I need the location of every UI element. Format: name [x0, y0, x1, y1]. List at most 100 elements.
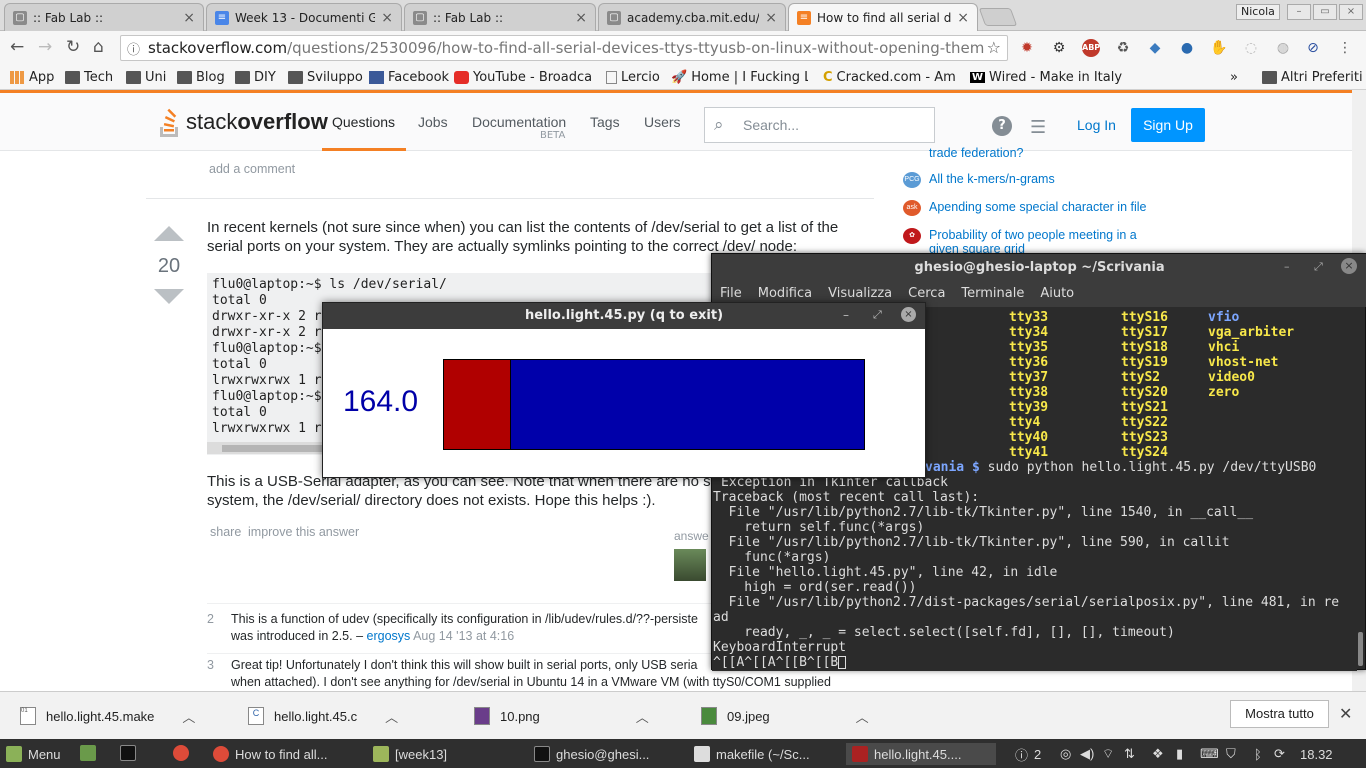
avatar[interactable] [674, 549, 706, 581]
start-menu-button[interactable]: Menu [6, 743, 61, 765]
reload-icon[interactable]: ↻ [66, 37, 80, 57]
python-icon[interactable]: ◆ [1146, 39, 1164, 57]
browser-tab-2[interactable]: ≡ Week 13 - Documenti G × [206, 3, 402, 31]
browser-tab-3[interactable]: ▢:: Fab Lab :: × [404, 3, 596, 31]
adblock-icon[interactable]: ABP [1082, 39, 1100, 57]
so-logo-text[interactable]: stackoverflow [186, 109, 328, 135]
chevron-up-icon[interactable]: ︿ [856, 707, 869, 726]
network-icon[interactable]: ⇅ [1124, 743, 1135, 765]
keyboard-icon[interactable]: ⌨ [1200, 743, 1219, 765]
profile-name[interactable]: Nicola [1236, 4, 1280, 20]
maximize-button[interactable]: ▭ [1313, 4, 1337, 20]
vote-down-arrow-icon[interactable] [154, 289, 184, 304]
info-icon[interactable]: ⓘ [127, 39, 140, 58]
globe-icon[interactable]: ● [1178, 39, 1196, 57]
close-icon[interactable]: × [765, 10, 777, 26]
notifications-tray[interactable]: ⓘ 2 [1015, 743, 1041, 765]
maximize-button[interactable]: ⤢ [1314, 260, 1323, 274]
download-item-4[interactable]: 09.jpeg ︿ [701, 700, 869, 732]
fingerprint-icon[interactable]: ◍ [1274, 39, 1292, 57]
extension-gear-icon[interactable]: ⚙ [1050, 39, 1068, 57]
close-icon[interactable]: × [957, 10, 969, 26]
minimize-button[interactable]: – [1287, 4, 1311, 20]
browser-tab-1[interactable]: ▢:: Fab Lab :: × [4, 3, 204, 31]
taskbar-item-hello[interactable]: hello.light.45.... [846, 743, 996, 765]
browser-tab-4[interactable]: ▢ academy.cba.mit.edu/cl × [598, 3, 786, 31]
block-icon[interactable]: ⊘ [1304, 39, 1322, 57]
show-all-downloads-button[interactable]: Mostra tutto [1230, 700, 1329, 728]
close-window-button[interactable]: × [1341, 258, 1357, 274]
bookmark-wired[interactable]: W Wired - Make in Italy [970, 67, 1122, 87]
download-item-1[interactable]: 01 hello.light.45.make ︿ [20, 700, 195, 732]
chevron-up-icon[interactable]: ︿ [636, 707, 649, 726]
bookmark-star-icon[interactable]: ☆ [987, 38, 1001, 57]
close-icon[interactable]: × [183, 10, 195, 26]
improve-answer-link[interactable]: improve this answer [248, 525, 359, 539]
terminal-scrollbar[interactable] [1358, 632, 1363, 666]
close-icon[interactable]: ✕ [1339, 704, 1352, 723]
other-bookmarks[interactable]: Altri Preferiti [1262, 67, 1363, 87]
download-item-3[interactable]: 10.png ︿ [474, 700, 649, 732]
close-window-button[interactable]: × [901, 307, 916, 322]
chrome-menu-icon[interactable]: ⋮ [1336, 39, 1354, 57]
extension-gear-red-icon[interactable]: ✹ [1018, 39, 1036, 57]
search-input[interactable]: Search... [704, 107, 935, 143]
ghost-icon[interactable]: ◌ [1242, 39, 1260, 57]
nav-documentation[interactable]: Documentation [472, 114, 566, 130]
chrome-launcher-icon[interactable] [173, 745, 189, 761]
code-scrollbar-thumb[interactable] [222, 445, 332, 452]
recycle-icon[interactable]: ♻ [1114, 39, 1132, 57]
taskbar-item-terminal[interactable]: ghesio@ghesi... [534, 743, 684, 765]
bookmark-cracked[interactable]: C Cracked.com - Amer [823, 67, 956, 87]
signup-button[interactable]: Sign Up [1131, 108, 1205, 142]
bookmark-diy[interactable]: DIY [235, 67, 276, 87]
taskbar-item-editor[interactable]: makefile (~/Sc... [694, 743, 844, 765]
browser-tab-5-active[interactable]: ≡ How to find all serial de × [788, 3, 978, 31]
back-arrow-icon[interactable]: ← [10, 37, 24, 57]
login-link[interactable]: Log In [1077, 117, 1116, 133]
bookmark-lercio[interactable]: Lercio [606, 67, 660, 87]
hello-light-window[interactable]: hello.light.45.py (q to exit) – ⤢ × 164.… [322, 302, 926, 478]
forward-arrow-icon[interactable]: → [38, 37, 52, 57]
bookmark-uni[interactable]: Uni [126, 67, 166, 87]
new-tab-button[interactable] [978, 8, 1018, 26]
bookmark-ifl[interactable]: 🚀 Home | I Fucking Lo [671, 67, 808, 87]
wifi-icon[interactable]: ⌔ [1102, 743, 1114, 765]
battery-icon[interactable]: ▮ [1176, 743, 1183, 765]
help-icon[interactable]: ? [992, 116, 1012, 136]
bluetooth-icon[interactable]: ᛒ [1254, 743, 1262, 765]
home-icon[interactable]: ⌂ [93, 37, 104, 57]
sidebar-question-4[interactable]: ✿ Probability of two people meeting in a … [903, 228, 1163, 256]
bookmark-facebook[interactable]: Facebook [369, 67, 449, 87]
maximize-button[interactable]: ⤢ [873, 308, 882, 322]
vote-up-arrow-icon[interactable] [154, 226, 184, 241]
nav-jobs[interactable]: Jobs [418, 114, 448, 130]
clock[interactable]: 18.32 [1300, 743, 1333, 765]
address-bar[interactable]: ⓘ stackoverflow.com/questions/2530096/ho… [120, 35, 1008, 61]
show-desktop-icon[interactable] [80, 745, 96, 761]
terminal-launcher-icon[interactable] [120, 745, 136, 761]
stackoverflow-logo-icon[interactable] [158, 107, 182, 143]
menu-aiuto[interactable]: Aiuto [1032, 281, 1082, 307]
sidebar-question-1[interactable]: trade federation? [903, 146, 1163, 160]
update-manager-icon[interactable]: ◎ [1060, 743, 1071, 765]
minimize-button[interactable]: – [1284, 260, 1290, 273]
nav-questions[interactable]: Questions [332, 114, 395, 130]
volume-icon[interactable]: ◀) [1080, 743, 1094, 765]
chevron-up-icon[interactable]: ︿ [385, 707, 398, 726]
add-comment-link[interactable]: add a comment [209, 162, 295, 176]
bookmark-tech[interactable]: Tech [65, 67, 113, 87]
bookmark-youtube[interactable]: YouTube - Broadcast [454, 67, 592, 87]
shield-icon[interactable]: ⛉ [1226, 743, 1236, 765]
share-link[interactable]: share [210, 525, 241, 539]
bookmark-sviluppo[interactable]: Sviluppo [288, 67, 363, 87]
nav-tags[interactable]: Tags [590, 114, 620, 130]
taskbar-item-files[interactable]: [week13] [373, 743, 523, 765]
taskbar-item-chrome[interactable]: How to find all... [213, 743, 363, 765]
download-item-2[interactable]: Chello.light.45.c ︿ [248, 700, 398, 732]
sync-icon[interactable]: ⟳ [1274, 743, 1285, 765]
close-icon[interactable]: × [575, 10, 587, 26]
close-icon[interactable]: × [381, 10, 393, 26]
minimize-button[interactable]: – [843, 308, 849, 322]
sidebar-question-3[interactable]: ask Apending some special character in fi… [903, 200, 1163, 216]
